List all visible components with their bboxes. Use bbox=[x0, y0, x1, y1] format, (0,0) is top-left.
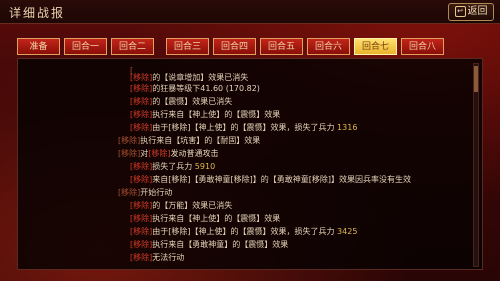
log-text: 【震慑】效果已消失 bbox=[160, 97, 233, 106]
log-general: [移除] bbox=[130, 253, 153, 262]
log-text: 执行来自【勇敢神童】的【震慑】效果 bbox=[152, 240, 289, 249]
battle-log-panel: [ [移除]的【说章增加】效果已消失 [移除]的狂暴等级下41.60 (170.… bbox=[17, 58, 483, 270]
log-line: [移除]的狂暴等级下41.60 (170.82) bbox=[130, 83, 260, 94]
log-general: [移除] bbox=[130, 240, 153, 249]
log-general: [移除] bbox=[130, 162, 153, 171]
page-title: 详细战报 bbox=[9, 6, 66, 20]
log-general: [移除] bbox=[130, 123, 153, 132]
log-general: [移除] bbox=[130, 97, 153, 106]
log-text: 损失了兵力 bbox=[152, 162, 193, 171]
log-text: 狂暴等级下41.60 (170.82) bbox=[160, 84, 260, 93]
log-line: [移除]由于[移除]【神上使】的【震慑】效果，损失了兵力 3425 bbox=[130, 226, 357, 237]
log-line: [移除]执行来自【勇敢神童】的【震慑】效果 bbox=[130, 239, 288, 250]
tab-round-6[interactable]: 回合六 bbox=[307, 38, 350, 55]
log-text: 由于[移除]【神上使】的【震慑】效果，损失了兵力 bbox=[152, 123, 335, 132]
log-tag: [移除] bbox=[118, 188, 141, 197]
log-line: [移除]执行来自【坑害】的【耐固】效果 bbox=[118, 135, 260, 146]
log-line: [移除]开始行动 bbox=[118, 187, 172, 198]
log-tag: [移除] bbox=[118, 149, 141, 158]
tab-round-8[interactable]: 回合八 bbox=[401, 38, 444, 55]
log-line: [移除]由于[移除]【神上使】的【震慑】效果，损失了兵力 1316 bbox=[130, 122, 357, 133]
log-line: [移除]损失了兵力 5910 bbox=[130, 161, 215, 172]
tab-prep[interactable]: 准备 bbox=[17, 38, 60, 55]
log-line: [移除]执行来自【神上使】的【震慑】效果 bbox=[130, 213, 280, 224]
log-tag: [移除] bbox=[118, 136, 141, 145]
log-line: [移除]来自[移除]【勇敢神童[移除]】的【勇敢神童[移除]】效果因兵率没有生效 bbox=[130, 174, 411, 185]
round-tabs: 准备 回合一 回合二 回合三 回合四 回合五 回合六 回合七 回合八 bbox=[17, 38, 483, 56]
tab-round-7[interactable]: 回合七 bbox=[354, 38, 397, 55]
tab-round-1[interactable]: 回合一 bbox=[64, 38, 107, 55]
log-text: 执行来自【神上使】的【震慑】效果 bbox=[152, 214, 281, 223]
back-arrow-icon: ↩ bbox=[454, 6, 466, 17]
log-general: [移除] bbox=[130, 227, 153, 236]
log-line: [移除]无法行动 bbox=[130, 252, 184, 263]
log-general: [移除] bbox=[130, 84, 153, 93]
log-general: [移除] bbox=[130, 175, 153, 184]
log-line: [移除]的【说章增加】效果已消失 bbox=[130, 72, 248, 83]
log-text: 执行来自【神上使】的【震慑】效果 bbox=[152, 110, 281, 119]
log-scrollbar[interactable] bbox=[473, 63, 479, 267]
tab-round-4[interactable]: 回合四 bbox=[213, 38, 256, 55]
log-text: 无法行动 bbox=[152, 253, 185, 262]
log-text: 开始行动 bbox=[140, 188, 173, 197]
log-text: 【说章增加】效果已消失 bbox=[160, 73, 249, 82]
log-general: [移除] bbox=[148, 149, 171, 158]
log-general: [移除] bbox=[130, 110, 153, 119]
log-line: [移除]对[移除]发动普通攻击 bbox=[118, 148, 219, 159]
log-line: [移除]的【震慑】效果已消失 bbox=[130, 96, 232, 107]
log-general: [移除] bbox=[130, 214, 153, 223]
scrollbar-thumb[interactable] bbox=[474, 66, 478, 92]
top-bar: 详细战报 ↩ 返回 bbox=[0, 0, 500, 24]
tab-round-2[interactable]: 回合二 bbox=[111, 38, 154, 55]
log-text: 【万能】效果已消失 bbox=[160, 201, 233, 210]
log-line: [移除]的【万能】效果已消失 bbox=[130, 200, 232, 211]
back-button-label: 返回 bbox=[467, 6, 488, 17]
battle-log: [ [移除]的【说章增加】效果已消失 [移除]的狂暴等级下41.60 (170.… bbox=[18, 59, 466, 269]
log-text: 来自[移除]【勇敢神童[移除]】的【勇敢神童[移除]】效果因兵率没有生效 bbox=[152, 175, 411, 184]
tab-round-5[interactable]: 回合五 bbox=[260, 38, 303, 55]
log-value: 1316 bbox=[337, 123, 358, 132]
log-general: [移除] bbox=[130, 73, 153, 82]
log-text: 执行来自【坑害】的【耐固】效果 bbox=[140, 136, 261, 145]
log-text: 由于[移除]【神上使】的【震慑】效果，损失了兵力 bbox=[152, 227, 335, 236]
back-button[interactable]: ↩ 返回 bbox=[448, 3, 494, 21]
log-value: 3425 bbox=[337, 227, 358, 236]
tab-round-3[interactable]: 回合三 bbox=[166, 38, 209, 55]
log-value: 5910 bbox=[194, 162, 216, 171]
log-general: [移除] bbox=[130, 201, 153, 210]
log-line: [移除]执行来自【神上使】的【震慑】效果 bbox=[130, 109, 280, 120]
log-text: 发动普通攻击 bbox=[170, 149, 219, 158]
